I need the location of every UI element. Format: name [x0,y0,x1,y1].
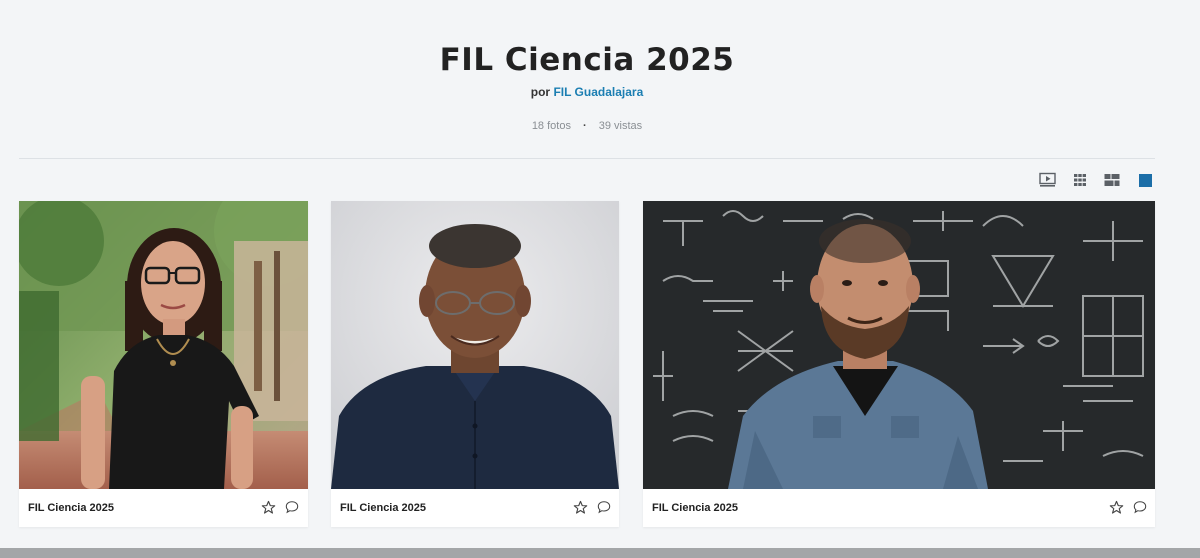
grid-view-button[interactable] [1072,172,1090,188]
comment-button[interactable] [597,500,613,516]
photo-card-footer: FIL Ciencia 2025 [643,489,1155,527]
portrait-photo-woman [19,201,308,489]
favorite-button[interactable] [1109,500,1125,516]
slideshow-icon [1039,172,1056,187]
photo-actions [261,500,301,516]
photo-caption: FIL Ciencia 2025 [340,502,427,514]
portrait-photo-man-glasses [331,201,619,489]
photo-card[interactable]: FIL Ciencia 2025 [643,201,1155,527]
star-icon [1109,500,1124,514]
single-view-icon [1139,174,1152,187]
portrait-photo-man-blackboard [643,201,1155,489]
mosaic-view-button[interactable] [1103,172,1121,188]
photo-card-footer: FIL Ciencia 2025 [19,489,308,527]
star-icon [261,500,276,514]
album-title: FIL Ciencia 2025 [439,42,735,78]
view-count: 39 vistas [598,120,643,132]
single-view-button[interactable] [1137,172,1155,188]
grid-icon [1074,174,1086,186]
album-byline: por FIL Guadalajara [0,85,1174,99]
photo-thumbnail[interactable] [331,201,619,489]
photo-count: 18 fotos [531,120,571,132]
photo-card[interactable]: FIL Ciencia 2025 [19,201,308,527]
photo-actions [1109,500,1149,516]
favorite-button[interactable] [573,500,589,516]
favorite-button[interactable] [261,500,277,516]
comment-button[interactable] [285,500,301,516]
mosaic-icon [1104,174,1120,186]
photo-card[interactable]: FIL Ciencia 2025 [331,201,619,527]
star-icon [573,500,588,514]
owner-link[interactable]: FIL Guadalajara [553,85,643,99]
album-stats: 18 fotos · 39 vistas [0,120,1174,132]
photo-actions [573,500,613,516]
stats-separator: · [583,120,587,132]
byline-prefix: por [530,85,551,99]
photo-thumbnail[interactable] [19,201,308,489]
header-divider [19,158,1155,159]
slideshow-view-button[interactable] [1039,172,1057,188]
comment-button[interactable] [1133,500,1149,516]
photo-thumbnail[interactable] [643,201,1155,489]
photo-caption: FIL Ciencia 2025 [28,502,115,514]
photo-card-footer: FIL Ciencia 2025 [331,489,619,527]
comment-icon [285,501,299,514]
photo-gallery: FIL Ciencia 2025 FIL Ciencia 2025 FIL Ci… [0,201,1200,531]
comment-icon [1133,501,1147,514]
page-bottom-bar [0,548,1200,558]
comment-icon [597,501,611,514]
photo-caption: FIL Ciencia 2025 [652,502,739,514]
